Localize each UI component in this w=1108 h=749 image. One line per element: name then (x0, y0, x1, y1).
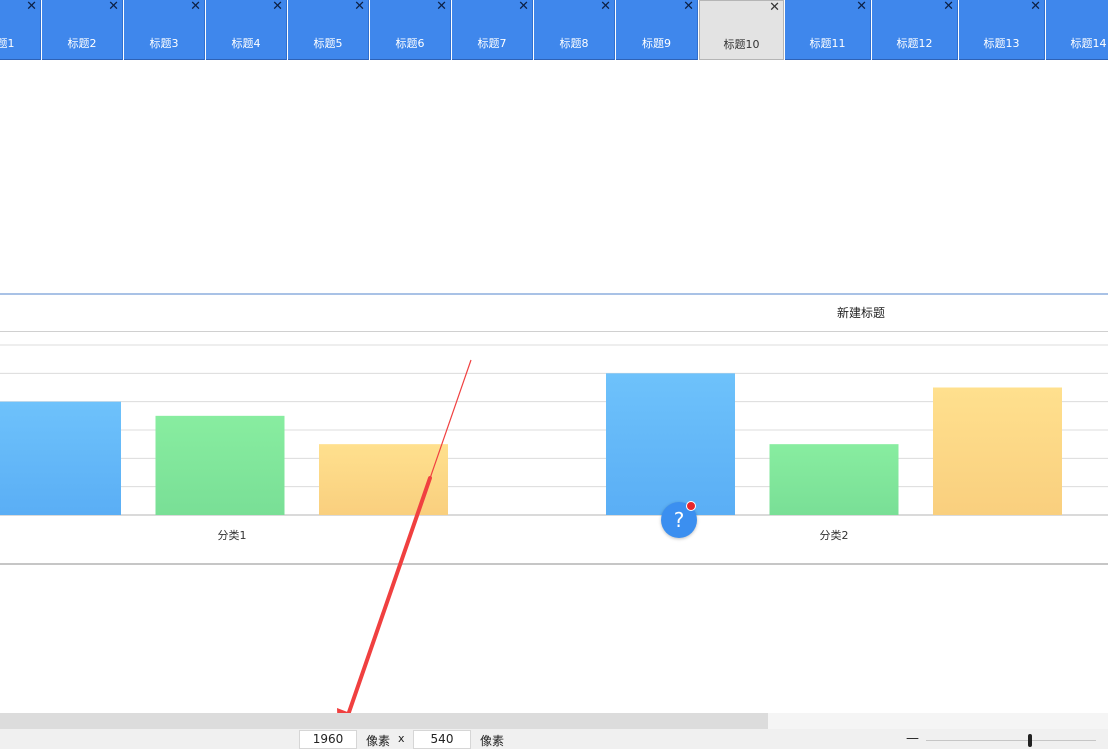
width-input[interactable]: 1960 (299, 730, 357, 749)
chart-area: 新建标题分类1 分类2 (0, 293, 1108, 733)
height-input[interactable]: 540 (413, 730, 471, 749)
times-label: x (398, 732, 405, 745)
chart-title: 新建标题 (837, 305, 885, 320)
title-divider (0, 331, 1108, 332)
zoom-slider-thumb[interactable] (1028, 734, 1032, 747)
bar (606, 373, 735, 515)
status-bar: 1960 像素 x 540 像素 — (0, 729, 1108, 749)
horizontal-scrollbar[interactable] (0, 713, 1108, 729)
notification-dot (686, 501, 696, 511)
category-label: 分类2 (820, 528, 849, 542)
zoom-slider[interactable] (926, 740, 1096, 741)
bar (0, 401, 121, 515)
panel-top-border (0, 293, 1108, 295)
panel-bottom-border (0, 563, 1108, 565)
bar (155, 415, 285, 515)
height-unit-label: 像素 (480, 734, 505, 748)
bar (769, 444, 899, 515)
category-label: 分类1 (218, 528, 247, 542)
zoom-out-button[interactable]: — (906, 731, 919, 746)
bar (933, 387, 1062, 515)
scrollbar-thumb[interactable] (0, 713, 768, 729)
width-unit-label: 像素 (366, 734, 391, 748)
